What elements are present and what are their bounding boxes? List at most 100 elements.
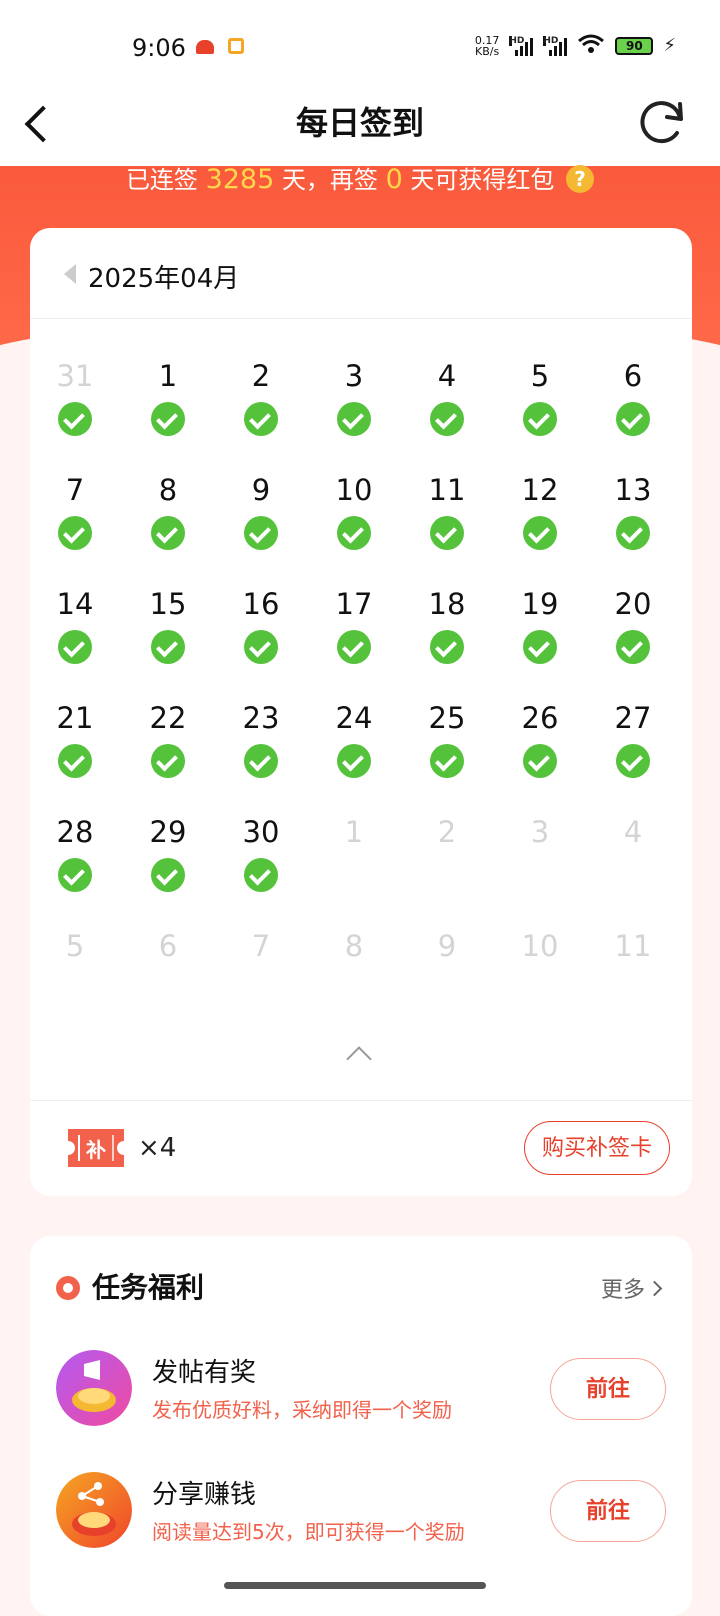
calendar-day[interactable]: 16: [214, 588, 308, 688]
calendar-day[interactable]: 28: [28, 816, 122, 916]
calendar-day-number: 4: [623, 815, 643, 849]
calendar-day[interactable]: 7: [28, 474, 122, 574]
calendar-day[interactable]: 18: [400, 588, 494, 688]
network-speed: 0.17 KB/s: [475, 35, 500, 57]
calendar-day[interactable]: 25: [400, 702, 494, 802]
help-icon[interactable]: ?: [566, 165, 595, 193]
calendar-day[interactable]: 9: [214, 474, 308, 574]
calendar-day-number: 16: [242, 587, 280, 621]
calendar-day[interactable]: 9: [400, 930, 494, 1030]
calendar-day-number: 25: [428, 701, 466, 735]
refresh-button[interactable]: [636, 96, 688, 148]
calendar-day[interactable]: 31: [28, 360, 122, 460]
signal-icon-2: HD: [543, 35, 568, 56]
calendar-day-number: 19: [521, 587, 559, 621]
calendar-day-number: 20: [614, 587, 652, 621]
calendar-day-number: 31: [56, 359, 94, 393]
streak-days: 3285: [205, 164, 275, 195]
calendar-day[interactable]: 17: [307, 588, 401, 688]
task-name: 发帖有奖: [152, 1358, 257, 1388]
calendar-day[interactable]: 7: [214, 930, 308, 1030]
checked-icon: [244, 516, 278, 550]
checked-icon: [430, 744, 464, 778]
refresh-icon: [640, 101, 683, 144]
calendar-day[interactable]: 4: [400, 360, 494, 460]
checked-icon: [151, 744, 185, 778]
calendar-day[interactable]: 11: [400, 474, 494, 574]
calendar-day[interactable]: 5: [28, 930, 122, 1030]
calendar-day[interactable]: 15: [121, 588, 215, 688]
calendar-day-number: 5: [530, 359, 550, 393]
checked-icon: [151, 516, 185, 550]
gesture-nav-bar[interactable]: [224, 1582, 486, 1589]
go-button[interactable]: 前往: [550, 1480, 666, 1542]
calendar-day[interactable]: 19: [493, 588, 587, 688]
calendar-day-number: 3: [344, 359, 364, 393]
checked-icon: [337, 744, 371, 778]
calendar-day-number: 10: [521, 929, 559, 963]
calendar-day[interactable]: 8: [121, 474, 215, 574]
calendar-day[interactable]: 29: [121, 816, 215, 916]
calendar-day[interactable]: 12: [493, 474, 587, 574]
makeup-card-label: 补: [86, 1138, 106, 1162]
calendar-day[interactable]: 26: [493, 702, 587, 802]
calendar-day[interactable]: 6: [586, 360, 680, 460]
calendar-day[interactable]: 23: [214, 702, 308, 802]
signal-hd-label-2: HD: [543, 35, 559, 46]
calendar-day[interactable]: 24: [307, 702, 401, 802]
calendar-day-number: 7: [251, 929, 271, 963]
calendar-day-number: 1: [344, 815, 364, 849]
collapse-icon[interactable]: [346, 1046, 372, 1072]
checked-icon: [616, 630, 650, 664]
calendar-day-number: 9: [437, 929, 457, 963]
calendar-footer: 补 ×4 购买补签卡: [30, 1100, 692, 1197]
buy-makeup-card-button[interactable]: 购买补签卡: [524, 1121, 670, 1175]
calendar-card: 2025年04月 31 1 2 3 4 5 6 7 8 9 10 11 12 13 14 15 16 17 18 19…: [30, 228, 692, 1196]
streak-remaining: 0: [385, 164, 403, 195]
calendar-day-number: 15: [149, 587, 187, 621]
calendar-day[interactable]: 20: [586, 588, 680, 688]
calendar-day[interactable]: 3: [307, 360, 401, 460]
network-speed-value: 0.17: [474, 33, 500, 47]
checked-icon: [151, 858, 185, 892]
calendar-day[interactable]: 1: [121, 360, 215, 460]
charging-icon: ⚡: [663, 35, 676, 56]
calendar-day[interactable]: 3: [493, 816, 587, 916]
calendar-day-number: 13: [614, 473, 652, 507]
calendar-day[interactable]: 21: [28, 702, 122, 802]
calendar-day-number: 11: [428, 473, 466, 507]
calendar-day[interactable]: 13: [586, 474, 680, 574]
checked-icon: [616, 516, 650, 550]
battery-level: 90: [626, 38, 643, 53]
calendar-day-number: 17: [335, 587, 373, 621]
streak-mid: 天，再签: [281, 166, 378, 194]
task-name: 分享赚钱: [152, 1480, 257, 1510]
more-link[interactable]: 更多: [601, 1272, 660, 1304]
calendar-day-number: 21: [56, 701, 94, 735]
calendar-day[interactable]: 10: [493, 930, 587, 1030]
calendar-day-number: 5: [65, 929, 85, 963]
calendar-day[interactable]: 22: [121, 702, 215, 802]
app-notification-icon: [196, 40, 214, 54]
calendar-day[interactable]: 11: [586, 930, 680, 1030]
status-bar: 9:06 0.17 KB/s HD HD 90 ⚡: [0, 0, 720, 96]
calendar-day-number: 3: [530, 815, 550, 849]
calendar-day[interactable]: 27: [586, 702, 680, 802]
calendar-day[interactable]: 4: [586, 816, 680, 916]
calendar-day[interactable]: 6: [121, 930, 215, 1030]
calendar-day[interactable]: 10: [307, 474, 401, 574]
calendar-day[interactable]: 1: [307, 816, 401, 916]
calendar-day[interactable]: 14: [28, 588, 122, 688]
calendar-day-number: 26: [521, 701, 559, 735]
calendar-day[interactable]: 2: [214, 360, 308, 460]
checked-icon: [58, 630, 92, 664]
task-desc: 发布优质好料，采纳即得一个奖励: [152, 1398, 452, 1422]
network-speed-unit: KB/s: [475, 44, 500, 58]
calendar-day[interactable]: 8: [307, 930, 401, 1030]
go-button[interactable]: 前往: [550, 1358, 666, 1420]
calendar-day[interactable]: 5: [493, 360, 587, 460]
section-dot-icon: [56, 1276, 80, 1300]
calendar-day[interactable]: 30: [214, 816, 308, 916]
prev-month-icon[interactable]: [64, 264, 76, 284]
calendar-day[interactable]: 2: [400, 816, 494, 916]
